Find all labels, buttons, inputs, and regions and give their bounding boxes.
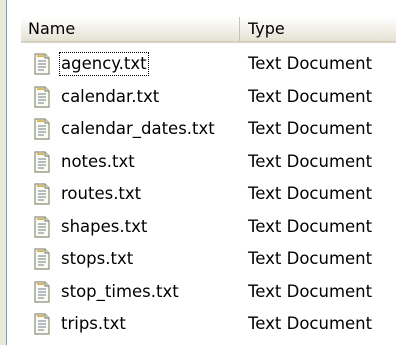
text-file-icon [34, 280, 50, 303]
file-name[interactable]: shapes.txt [59, 215, 149, 239]
file-row[interactable]: routes.txt Text Document [21, 179, 396, 212]
file-name[interactable]: agency.txt [59, 52, 149, 76]
file-row[interactable]: notes.txt Text Document [21, 147, 396, 180]
file-name[interactable]: trips.txt [59, 312, 128, 336]
file-name[interactable]: calendar_dates.txt [59, 117, 217, 141]
column-header-name[interactable]: Name [21, 17, 240, 41]
file-row[interactable]: calendar_dates.txt Text Document [21, 114, 396, 147]
text-file-icon [34, 215, 50, 238]
file-type: Text Document [248, 184, 373, 203]
file-row[interactable]: shapes.txt Text Document [21, 212, 396, 245]
file-type: Text Document [248, 86, 373, 106]
file-row[interactable]: calendar.txt Text Document [21, 82, 396, 115]
file-row[interactable]: agency.txt Text Document [21, 49, 396, 82]
text-file-icon [34, 53, 50, 75]
text-file-icon [34, 183, 50, 205]
file-type: Text Document [248, 249, 373, 268]
file-type: Text Document [248, 119, 373, 138]
file-list-view: Name Type agency.txt Text Document calen… [0, 0, 396, 345]
file-type: Text Document [248, 281, 373, 301]
file-name[interactable]: stops.txt [59, 247, 135, 271]
file-type: Text Document [248, 314, 373, 333]
file-type: Text Document [248, 54, 373, 73]
file-name[interactable]: stop_times.txt [59, 280, 181, 304]
file-name[interactable]: routes.txt [59, 182, 143, 206]
window-frame-left [0, 0, 7, 345]
file-row[interactable]: trips.txt Text Document [21, 309, 396, 342]
file-name[interactable]: notes.txt [59, 150, 137, 174]
text-file-icon [34, 313, 50, 335]
file-list: agency.txt Text Document calendar.txt Te… [21, 49, 396, 342]
column-header-bar: Name Type [21, 17, 396, 43]
text-file-icon [34, 85, 50, 108]
text-file-icon [34, 118, 50, 140]
file-row[interactable]: stops.txt Text Document [21, 244, 396, 277]
file-name[interactable]: calendar.txt [59, 85, 161, 109]
file-row[interactable]: stop_times.txt Text Document [21, 277, 396, 310]
file-type: Text Document [248, 151, 373, 171]
column-header-type[interactable]: Type [240, 17, 396, 41]
text-file-icon [34, 248, 50, 270]
file-type: Text Document [248, 216, 373, 236]
text-file-icon [34, 150, 50, 173]
